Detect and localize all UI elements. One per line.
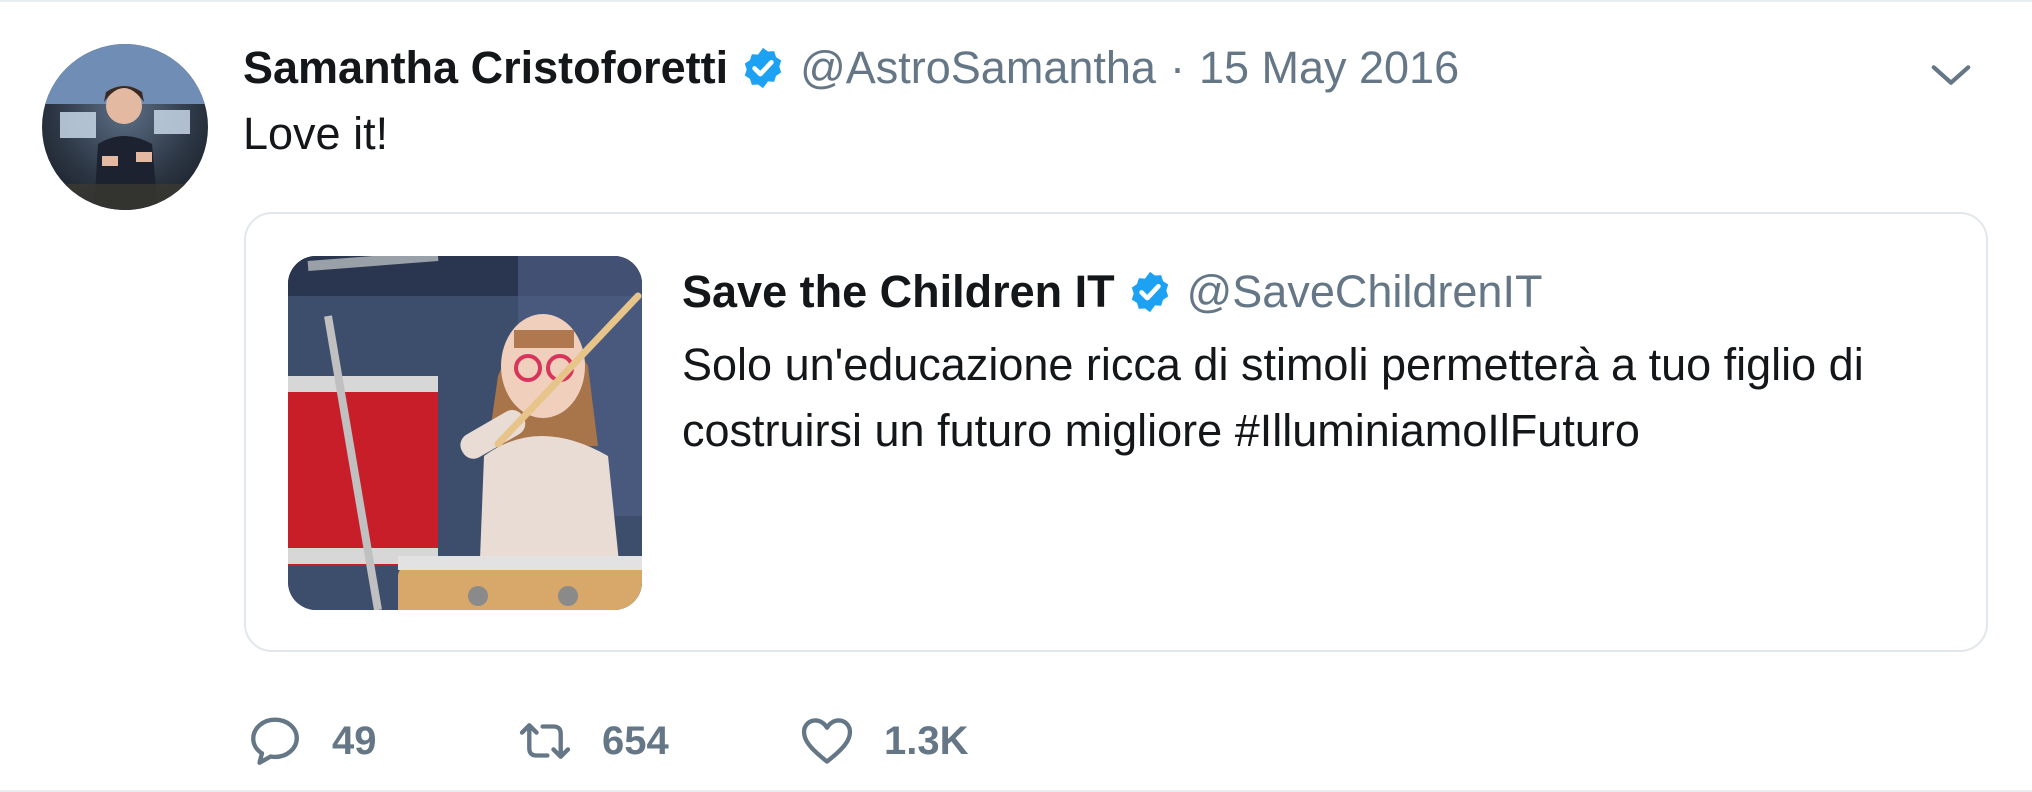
- tweet-header: Samantha Cristoforetti @AstroSamantha · …: [243, 38, 1459, 98]
- author-name[interactable]: Samantha Cristoforetti: [243, 42, 728, 94]
- like-button[interactable]: 1.3K: [798, 712, 969, 770]
- like-count: 1.3K: [884, 718, 969, 763]
- reply-icon: [251, 717, 299, 765]
- quoted-tweet[interactable]: Save the Children IT @SaveChildrenIT Sol…: [244, 212, 1988, 652]
- tweet-date[interactable]: 15 May 2016: [1199, 42, 1459, 94]
- retweet-count: 654: [602, 718, 669, 763]
- quoted-tweet-text: Solo un'educazione ricca di stimoli perm…: [682, 339, 1864, 456]
- quoted-tweet-image[interactable]: [288, 256, 642, 610]
- reply-button[interactable]: 49: [246, 712, 377, 770]
- heart-icon: [801, 718, 853, 764]
- quoted-author-name[interactable]: Save the Children IT: [682, 266, 1115, 318]
- separator-dot: ·: [1169, 42, 1185, 93]
- tweet-card: Samantha Cristoforetti @AstroSamantha · …: [0, 0, 2032, 792]
- author-handle[interactable]: @AstroSamantha: [800, 42, 1156, 94]
- verified-badge-icon: [744, 47, 782, 89]
- retweet-icon: [519, 723, 571, 759]
- reply-count: 49: [332, 718, 377, 763]
- retweet-button[interactable]: 654: [516, 712, 669, 770]
- avatar[interactable]: [42, 44, 208, 210]
- quoted-author-handle[interactable]: @SaveChildrenIT: [1187, 266, 1543, 318]
- quoted-tweet-header: Save the Children IT @SaveChildrenIT: [682, 264, 1542, 320]
- tweet-text: Love it!: [243, 108, 389, 159]
- chevron-down-icon[interactable]: [1928, 52, 1974, 98]
- verified-badge-icon: [1131, 271, 1168, 313]
